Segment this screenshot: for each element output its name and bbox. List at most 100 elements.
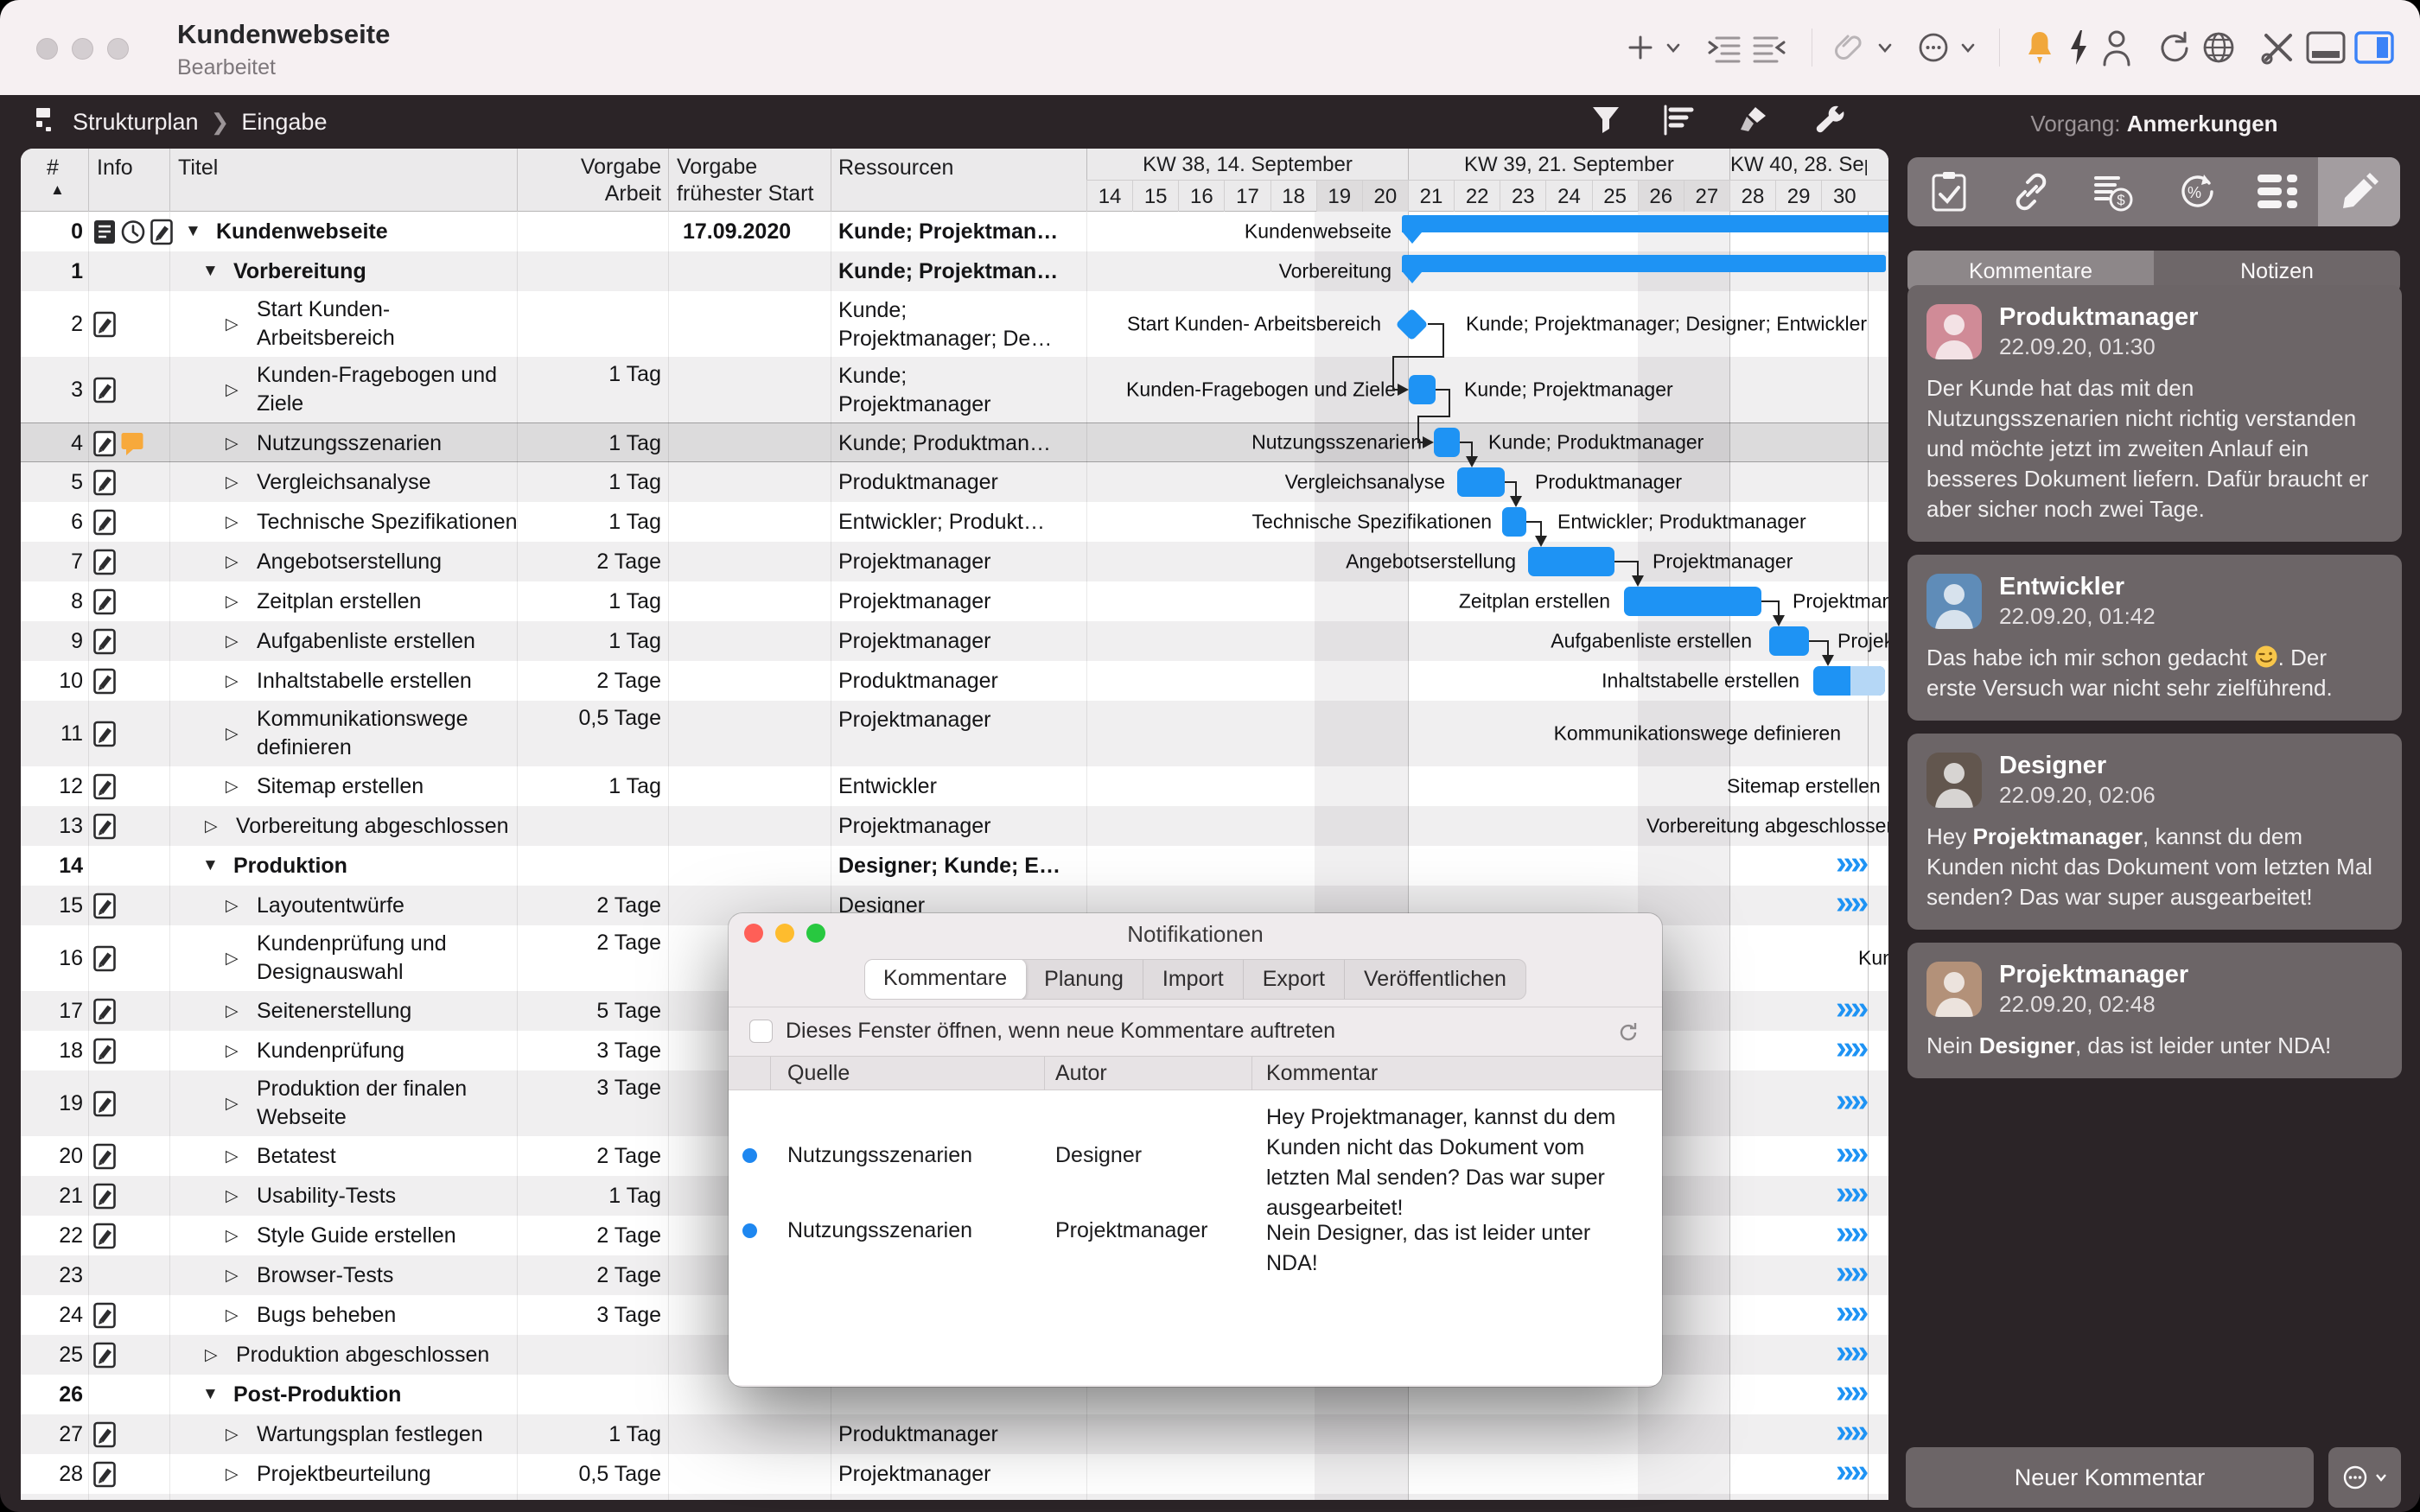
disclosure-icon[interactable]: ▷ xyxy=(226,473,246,492)
disclosure-icon[interactable]: ▷ xyxy=(226,1186,246,1206)
disclosure-icon[interactable]: ▷ xyxy=(226,1001,246,1021)
task-title[interactable]: ▷Zeitplan erstellen xyxy=(226,581,421,621)
minimize-window-button[interactable] xyxy=(72,38,93,60)
task-title[interactable]: ▷Usability-Tests xyxy=(226,1176,396,1216)
task-title[interactable]: ▷Style Guide erstellen xyxy=(226,1216,456,1255)
col-autor[interactable]: Autor xyxy=(1055,1061,1107,1086)
comment-card[interactable]: Projektmanager22.09.20, 02:48Nein Design… xyxy=(1907,943,2402,1078)
disclosure-icon[interactable]: ▷ xyxy=(226,592,246,612)
task-title[interactable]: ▷Produktion abgeschlossen xyxy=(205,1335,489,1375)
task-row-9[interactable]: 9▷Aufgabenliste erstellen1 TagProjektman… xyxy=(21,621,1888,661)
disclosure-icon[interactable]: ▷ xyxy=(226,632,246,651)
inspector-tool-fields-list[interactable] xyxy=(2236,157,2318,226)
open-on-new-comments-checkbox[interactable] xyxy=(749,1020,773,1043)
dialog-tab-import[interactable]: Import xyxy=(1143,960,1244,999)
task-row-0[interactable]: 0▼Kundenwebseite17.09.2020Kunde; Projekt… xyxy=(21,212,1888,251)
indent-button[interactable] xyxy=(1704,32,1742,63)
disclosure-icon[interactable]: ▷ xyxy=(226,671,246,691)
task-row-6[interactable]: 6▷Technische Spezifikationen1 TagEntwick… xyxy=(21,502,1888,542)
disclosure-icon[interactable]: ▷ xyxy=(226,1425,246,1445)
comment-more-button[interactable] xyxy=(2328,1447,2401,1508)
breadcrumb-view[interactable]: Strukturplan xyxy=(73,109,199,136)
refresh-icon[interactable] xyxy=(1615,1020,1641,1050)
task-title[interactable]: ▼Vorbereitung xyxy=(202,251,366,291)
task-row-3[interactable]: 3▷Kunden-Fragebogen und Ziele1 TagKunde;… xyxy=(21,357,1888,422)
comment-card[interactable]: Produktmanager22.09.20, 01:30Der Kunde h… xyxy=(1907,285,2402,542)
task-title[interactable]: ▷Nutzungsszenarien xyxy=(226,423,442,463)
comment-card[interactable]: Entwickler22.09.20, 01:42Das habe ich mi… xyxy=(1907,555,2402,721)
col-quelle[interactable]: Quelle xyxy=(787,1061,850,1086)
disclosure-icon[interactable]: ▷ xyxy=(205,816,226,836)
task-row-1[interactable]: 1▼VorbereitungKunde; Projektman… xyxy=(21,251,1888,291)
task-row-2[interactable]: 2▷Start Kunden- ArbeitsbereichKunde; Pro… xyxy=(21,291,1888,357)
task-title[interactable]: ▼Post-Produktion xyxy=(202,1375,401,1414)
panel-right-button[interactable] xyxy=(2354,31,2394,64)
settings-wrench-button[interactable] xyxy=(1812,103,1847,142)
disclosure-icon[interactable]: ▷ xyxy=(226,1226,246,1246)
disclosure-icon[interactable]: ▷ xyxy=(226,949,246,969)
more-circle-button[interactable] xyxy=(1916,30,1951,65)
disclosure-icon[interactable]: ▷ xyxy=(226,1464,246,1484)
disclosure-icon[interactable]: ▷ xyxy=(226,1094,246,1114)
task-row-13[interactable]: 13▷Vorbereitung abgeschlossenProjektmana… xyxy=(21,806,1888,846)
task-title[interactable]: ▷Sitemap erstellen xyxy=(226,766,424,806)
disclosure-expanded-icon[interactable]: ▼ xyxy=(202,856,223,875)
comment-card[interactable]: Designer22.09.20, 02:06Hey Projektmanage… xyxy=(1907,734,2402,930)
task-row-8[interactable]: 8▷Zeitplan erstellen1 TagProjektmanager xyxy=(21,581,1888,621)
add-chevron-button[interactable] xyxy=(1665,39,1682,56)
disclosure-icon[interactable]: ▷ xyxy=(226,1306,246,1325)
column-header-info[interactable]: Info xyxy=(97,156,133,181)
tools-button[interactable] xyxy=(2259,29,2297,67)
column-header-titel[interactable]: Titel xyxy=(178,156,218,181)
network-globe-button[interactable] xyxy=(2200,29,2237,66)
filter-funnel-button[interactable] xyxy=(1591,105,1621,140)
disclosure-expanded-icon[interactable]: ▼ xyxy=(202,262,223,281)
task-title[interactable]: ▷Kommunikationswege definieren xyxy=(226,701,468,766)
task-title[interactable]: ▷Bugs beheben xyxy=(226,1295,396,1335)
task-title[interactable]: ▷Browser-Tests xyxy=(226,1255,393,1295)
disclosure-icon[interactable]: ▷ xyxy=(226,314,246,334)
task-row-11[interactable]: 11▷Kommunikationswege definieren0,5 Tage… xyxy=(21,701,1888,766)
disclosure-expanded-icon[interactable]: ▼ xyxy=(202,1385,223,1404)
task-title[interactable]: ▼Kundenwebseite xyxy=(185,212,388,251)
task-row-10[interactable]: 10▷Inhaltstabelle erstellen2 TageProdukt… xyxy=(21,661,1888,701)
column-header-ressourcen[interactable]: Ressourcen xyxy=(838,156,953,181)
task-title[interactable]: ▷Vergleichsanalyse xyxy=(226,462,431,502)
disclosure-icon[interactable]: ▷ xyxy=(226,1266,246,1286)
task-row-27[interactable]: 27▷Wartungsplan festlegen1 TagProduktman… xyxy=(21,1414,1888,1454)
col-kommentar[interactable]: Kommentar xyxy=(1266,1061,1378,1086)
task-row-5[interactable]: 5▷Vergleichsanalyse1 TagProduktmanager xyxy=(21,462,1888,502)
disclosure-icon[interactable]: ▷ xyxy=(226,1147,246,1166)
task-title[interactable]: ▷Finale Präsentation xyxy=(226,1494,443,1500)
dialog-tab-kommentare[interactable]: Kommentare xyxy=(864,959,1026,1000)
disclosure-icon[interactable]: ▷ xyxy=(226,552,246,572)
notification-row[interactable]: NutzungsszenarienProjektmanagerNein Desi… xyxy=(729,1210,1660,1253)
inspector-tool-costs-list[interactable]: $ xyxy=(2072,157,2154,226)
task-title[interactable]: ▼Produktion xyxy=(202,846,347,886)
disclosure-icon[interactable]: ▷ xyxy=(226,434,246,454)
new-comment-button[interactable]: Neuer Kommentar xyxy=(1906,1447,2314,1508)
task-title[interactable]: ▷Betatest xyxy=(226,1136,336,1176)
dialog-tab-planung[interactable]: Planung xyxy=(1025,960,1143,999)
disclosure-expanded-icon[interactable]: ▼ xyxy=(185,222,206,241)
dialog-minimize-button[interactable] xyxy=(775,924,794,943)
task-row-4[interactable]: 4▷Nutzungsszenarien1 TagKunde; Produktma… xyxy=(21,422,1888,462)
task-row-12[interactable]: 12▷Sitemap erstellen1 TagEntwickler xyxy=(21,766,1888,806)
task-title[interactable]: ▷Wartungsplan festlegen xyxy=(226,1414,483,1454)
outdent-button[interactable] xyxy=(1751,32,1789,63)
disclosure-icon[interactable]: ▷ xyxy=(226,896,246,916)
task-title[interactable]: ▷Angebotserstellung xyxy=(226,542,442,581)
notifications-bell-button[interactable] xyxy=(2022,29,2057,67)
outline-list-button[interactable] xyxy=(1662,105,1695,140)
actions-lightning-button[interactable] xyxy=(2066,29,2092,67)
task-title[interactable]: ▷Aufgabenliste erstellen xyxy=(226,621,475,661)
task-title[interactable]: ▷Vorbereitung abgeschlossen xyxy=(205,806,509,846)
task-title[interactable]: ▷Layoutentwürfe xyxy=(226,886,404,925)
inspector-tool-clipboard-check[interactable] xyxy=(1907,157,1990,226)
close-window-button[interactable] xyxy=(36,38,58,60)
disclosure-icon[interactable]: ▷ xyxy=(226,724,246,744)
inspector-tool-notes-pencil[interactable] xyxy=(2318,157,2400,226)
more-chevron-button[interactable] xyxy=(1959,39,1977,56)
column-header-arbeit[interactable]: Vorgabe Arbeit xyxy=(581,154,661,207)
inspector-tool-link[interactable] xyxy=(1990,157,2072,226)
